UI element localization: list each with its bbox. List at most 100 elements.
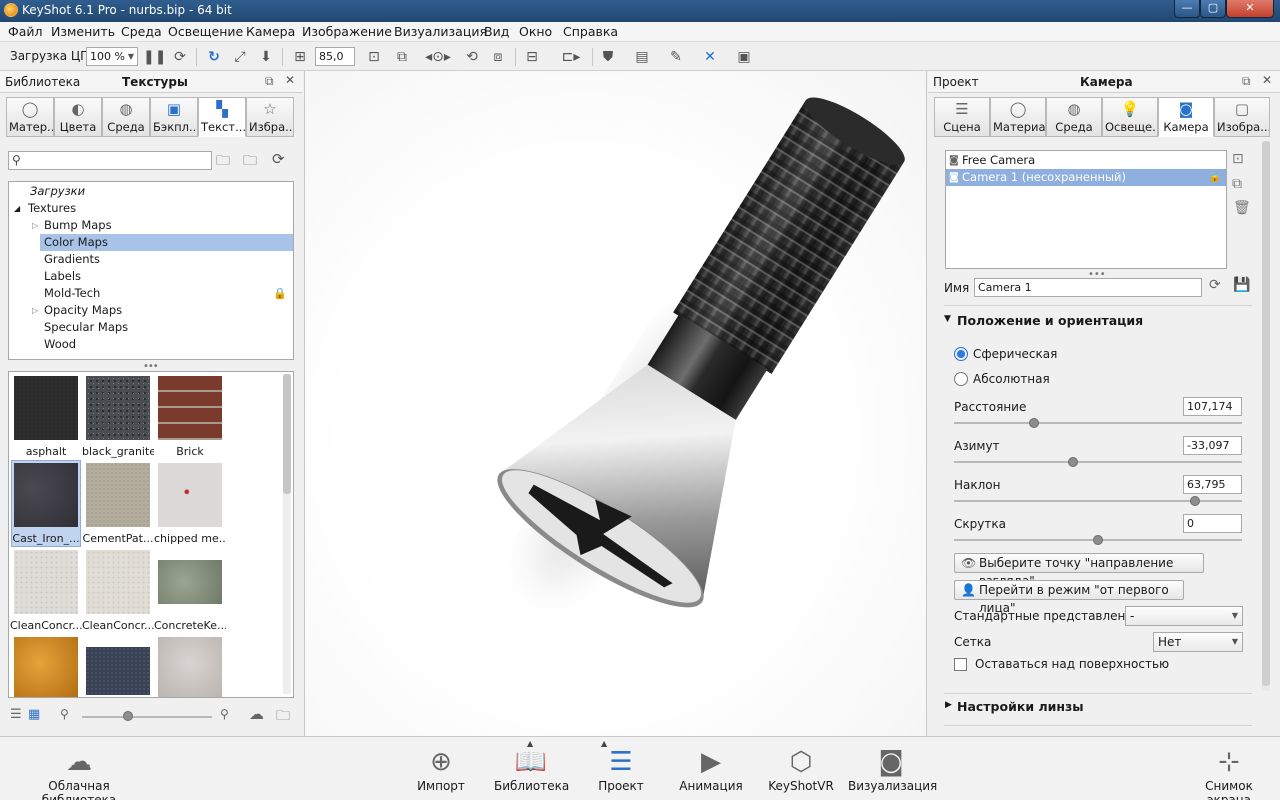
texture-thumb-black-granite[interactable] [86,376,150,440]
duplicate-camera-icon[interactable]: ⧉ [1232,176,1242,192]
layers-icon[interactable]: ⧈ [488,47,508,67]
tab-materials[interactable]: ◯Матер... [6,97,54,137]
zoom-in-icon[interactable]: ⚲ [220,707,229,721]
tab-camera[interactable]: ◙ Камера [1158,97,1214,137]
library-search-input[interactable]: ⚲ [8,151,212,170]
panel-icon[interactable]: ▤ [632,47,652,67]
tree-item-textures[interactable]: ◢ Textures [9,200,293,217]
tab-material[interactable]: ◯Материал [990,97,1046,137]
azimuth-input[interactable]: -33,097 [1183,436,1242,455]
texture-thumb-blue-granite[interactable] [86,647,150,695]
texture-thumb-chipped-metal[interactable] [158,463,222,527]
texture-thumb-brick[interactable] [158,376,222,440]
tree-item-specular-maps[interactable]: Specular Maps [9,319,293,336]
script-icon[interactable]: ▣ [734,47,754,67]
scrollbar[interactable] [283,374,291,694]
list-view-icon[interactable]: ☰ [10,707,22,722]
menu-help[interactable]: Справка [563,24,618,39]
camera-name-input[interactable]: Camera 1 [974,278,1202,297]
zoom-select[interactable]: 100 % ▼ [86,47,138,66]
first-person-button[interactable]: 👤 Перейти в режим "от первого лица" [954,580,1184,615]
radio-spherical[interactable] [954,347,968,361]
expanded-arrow-icon[interactable]: ▼ [944,314,951,324]
collapsed-arrow-icon[interactable]: ▶ [945,700,952,710]
project-button[interactable]: ▲ ☰ Проект [592,739,650,793]
tree-item-mold-tech[interactable]: Mold-Tech 🔒 [9,285,293,302]
camera-item-camera-1[interactable]: ◙ Camera 1 (несохраненный) 🔓 [946,169,1226,186]
brush-icon[interactable]: ✎ [666,47,686,67]
menu-file[interactable]: Файл [8,24,43,39]
library-button[interactable]: ▲ 📖 Библиотека [494,739,569,793]
azimuth-slider[interactable] [954,461,1242,463]
add-folder-icon[interactable]: 🗀 [216,150,230,174]
maximize-button[interactable]: ▢ [1200,0,1226,18]
scrollbar-thumb[interactable] [283,374,291,494]
region-icon[interactable]: ⊟ [522,47,542,67]
tab-colors[interactable]: ◐ Цвета [54,97,102,137]
menu-image[interactable]: Изображение [302,24,392,39]
tree-item-gradients[interactable]: Gradients [9,251,293,268]
reset-icon[interactable]: ⟳ [1209,277,1221,293]
screenshot-button[interactable]: ⊹ Снимок экрана [1184,745,1274,800]
camera-switch-icon[interactable]: ◂⊙▸ [418,47,458,67]
undock-icon[interactable]: ⧉ [1242,74,1251,89]
tab-textures[interactable]: ▚ Текст... [198,97,246,137]
texture-thumb-concrete-ke[interactable] [158,560,222,604]
region-switch-icon[interactable]: ⊏▸ [555,47,587,67]
radio-absolute[interactable] [954,372,968,386]
thumbnail-size-knob[interactable] [123,711,133,721]
distance-slider-knob[interactable] [1029,418,1039,428]
menu-camera[interactable]: Камера [246,24,295,39]
texture-thumb-clean-concrete-1[interactable] [14,550,78,614]
distance-slider[interactable] [954,422,1242,424]
section-lens-header[interactable]: Настройки линзы [957,699,1084,714]
trash-icon[interactable]: 🗑 [1233,200,1251,216]
undock-icon[interactable]: ⧉ [265,74,274,89]
tab-scene[interactable]: ☰ Сцена [934,97,990,137]
minimize-button[interactable]: — [1174,0,1200,18]
standard-views-select[interactable]: - ▼ [1125,606,1243,626]
remove-folder-icon[interactable]: 🗀 [243,150,257,174]
refresh-render-icon[interactable]: ⟳ [170,47,190,67]
add-camera-icon[interactable]: ⊡ [1232,151,1244,167]
twist-slider-knob[interactable] [1093,535,1103,545]
incline-input[interactable]: 63,795 [1183,475,1242,494]
distance-input[interactable]: 107,174 [1183,397,1242,416]
fit-view-icon[interactable]: ⤢ [230,47,250,67]
camera-item-free[interactable]: ◙ Free Camera [946,152,1226,169]
move-down-icon[interactable]: ⬇ [256,47,276,67]
save-icon[interactable]: 💾 [1233,277,1250,293]
menu-lighting[interactable]: Освещение [168,24,243,39]
menu-edit[interactable]: Изменить [51,24,115,39]
menu-render[interactable]: Визуализация [394,24,487,39]
tree-item-bump-maps[interactable]: ▷ Bump Maps [9,217,293,234]
tab-favorites[interactable]: ☆ Избра... [246,97,294,137]
stay-above-checkbox[interactable] [954,658,967,671]
tab-lighting[interactable]: 💡Освеще... [1102,97,1158,137]
tab-image[interactable]: ▢ Изобра... [1214,97,1270,137]
close-button[interactable]: ✕ [1226,0,1274,18]
tree-item-color-maps[interactable]: Color Maps [9,234,293,251]
fov-input[interactable]: 85,0 [315,47,355,66]
tree-item-wood[interactable]: Wood [9,336,293,353]
grid-select[interactable]: Нет ▼ [1153,632,1243,652]
import-folder-icon[interactable]: 🗀 [276,705,290,729]
close-panel-icon[interactable]: ✕ [285,73,295,87]
texture-thumb-asphalt[interactable] [14,376,78,440]
tree-item-labels[interactable]: Labels [9,268,293,285]
tab-environment[interactable]: ◍ Среда [1046,97,1102,137]
texture-thumb-clean-concrete-2[interactable] [86,550,150,614]
scrollbar[interactable] [1262,141,1270,691]
tree-item-opacity-maps[interactable]: ▷ Opacity Maps [9,302,293,319]
rotate-icon[interactable]: ⟲ [462,47,482,67]
azimuth-slider-knob[interactable] [1068,457,1078,467]
texture-thumb-grey-stone[interactable] [158,637,222,697]
animation-button[interactable]: ▶ Анимация [676,745,746,793]
zoom-out-icon[interactable]: ⚲ [60,707,69,721]
tree-item-downloads[interactable]: Загрузки [9,183,293,200]
incline-slider-knob[interactable] [1190,496,1200,506]
shield-icon[interactable]: ⛊ [598,47,618,67]
menu-environment[interactable]: Среда [121,24,162,39]
import-button[interactable]: ⊕ Импорт [412,745,470,793]
menu-window[interactable]: Окно [519,24,552,39]
